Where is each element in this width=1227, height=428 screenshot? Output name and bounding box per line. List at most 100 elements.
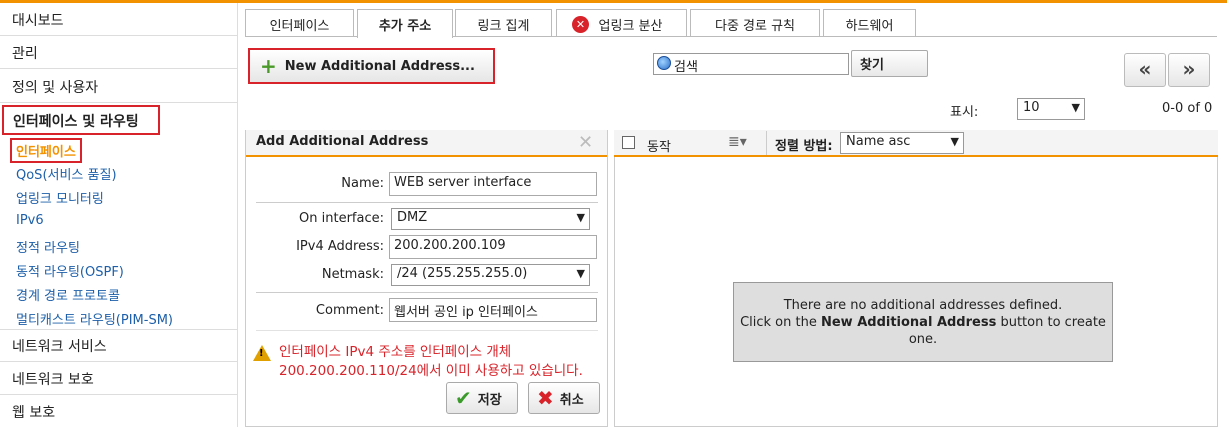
- address-list-panel: [614, 130, 1218, 427]
- button-label: 찾기: [860, 58, 884, 73]
- tab-interfaces[interactable]: 인터페이스: [245, 9, 354, 37]
- sidebar-subitem-label: 업링크 모니터링: [16, 192, 104, 207]
- sidebar-item-label: 인터페이스 및 라우팅: [13, 114, 139, 130]
- warning-line: 인터페이스 IPv4 주소를 인터페이스 개체: [279, 344, 512, 360]
- empty-line: one.: [908, 332, 938, 347]
- netmask-label: Netmask:: [321, 267, 384, 282]
- chevron-down-icon: ▼: [576, 211, 585, 224]
- sidebar-subitem-label: 인터페이스: [16, 145, 76, 160]
- tab-multipath-rules[interactable]: 다중 경로 규칙: [690, 9, 820, 37]
- display-label: 표시:: [950, 105, 979, 120]
- sidebar-item-management[interactable]: 관리: [0, 37, 237, 69]
- sidebar-subitem-interfaces[interactable]: 인터페이스: [10, 138, 82, 163]
- column-menu-icon[interactable]: ≣▾: [728, 134, 747, 150]
- prev-page-button[interactable]: «: [1124, 53, 1166, 87]
- sidebar-subitem-static-routing[interactable]: 정적 라우팅: [16, 237, 80, 256]
- tab-label: 업링크 분산: [598, 19, 663, 34]
- ipv4-field[interactable]: 200.200.200.109: [389, 235, 597, 259]
- select-value: 10: [1023, 100, 1040, 115]
- search-icon: [657, 56, 671, 70]
- sidebar-item-label: 웹 보호: [12, 405, 56, 421]
- sidebar-item-label: 관리: [12, 46, 38, 62]
- tab-label: 인터페이스: [269, 19, 330, 34]
- select-all-checkbox[interactable]: [622, 136, 635, 149]
- search-input[interactable]: 검색: [653, 53, 849, 75]
- tab-label: 추가 주소: [378, 19, 432, 34]
- sidebar-subitem-label: IPv6: [16, 213, 44, 228]
- chevron-down-icon: ▼: [576, 267, 585, 280]
- sidebar-item-definitions-users[interactable]: 정의 및 사용자: [0, 71, 237, 103]
- button-label: 취소: [559, 392, 584, 408]
- empty-state-message: There are no additional addresses define…: [733, 282, 1113, 362]
- warning-line: 200.200.200.110/24에서 이미 사용하고 있습니다.: [279, 363, 583, 379]
- chevron-down-icon: ▼: [950, 135, 959, 148]
- tab-uplink-balancing[interactable]: ✕ 업링크 분산: [556, 9, 687, 37]
- new-additional-address-button[interactable]: + New Additional Address...: [248, 48, 495, 84]
- divider: [256, 292, 598, 293]
- sidebar-item-interfaces-routing[interactable]: 인터페이스 및 라우팅: [2, 105, 160, 135]
- sidebar-subitem-label: 정적 라우팅: [16, 241, 80, 256]
- tab-additional-addresses[interactable]: 추가 주소: [357, 9, 453, 38]
- sidebar-item-label: 정의 및 사용자: [12, 80, 99, 96]
- sidebar-subitem-ospf[interactable]: 동적 라우팅(OSPF): [16, 261, 124, 280]
- save-button[interactable]: ✔ 저장: [446, 382, 518, 414]
- field-value: 웹서버 공인 ip 인터페이스: [394, 305, 538, 320]
- sidebar-item-label: 네트워크 서비스: [12, 339, 107, 355]
- text-bold: New Additional Address: [820, 315, 997, 330]
- panel-title-text: Add Additional Address: [256, 134, 429, 149]
- plus-icon: +: [260, 54, 277, 78]
- checkmark-icon: ✔: [455, 386, 472, 410]
- page-size-select[interactable]: 10 ▼: [1017, 98, 1085, 120]
- select-value: /24 (255.255.255.0): [397, 266, 528, 281]
- sidebar-subitem-qos[interactable]: QoS(서비스 품질): [16, 164, 117, 183]
- select-value: Name asc: [846, 134, 911, 149]
- comment-field[interactable]: 웹서버 공인 ip 인터페이스: [389, 298, 597, 322]
- sidebar: 대시보드 관리 정의 및 사용자 인터페이스 및 라우팅 인터페이스 QoS(서…: [0, 3, 238, 427]
- warning-message: 인터페이스 IPv4 주소를 인터페이스 개체 200.200.200.110/…: [279, 343, 614, 381]
- action-column-header: 동작: [647, 140, 671, 155]
- field-value: WEB server interface: [394, 175, 532, 190]
- sort-label: 정렬 방법:: [775, 139, 833, 154]
- tab-label: 다중 경로 규칙: [714, 19, 796, 34]
- text: button to create: [996, 315, 1106, 330]
- header-divider: [766, 131, 767, 155]
- name-label: Name:: [341, 176, 384, 191]
- find-button[interactable]: 찾기: [851, 50, 928, 77]
- sidebar-subitem-label: 멀티캐스트 라우팅(PIM-SM): [16, 313, 174, 328]
- empty-line: Click on the New Additional Address butt…: [734, 314, 1112, 331]
- sidebar-item-label: 대시보드: [12, 13, 64, 29]
- chevron-down-icon: ▼: [1071, 101, 1080, 114]
- sidebar-subitem-multicast[interactable]: 멀티캐스트 라우팅(PIM-SM): [16, 309, 173, 328]
- interface-select[interactable]: DMZ ▼: [391, 208, 590, 230]
- sidebar-subitem-label: 동적 라우팅(OSPF): [16, 265, 124, 280]
- ipv4-label: IPv4 Address:: [296, 239, 384, 254]
- sidebar-item-network-protection[interactable]: 네트워크 보호: [0, 363, 237, 395]
- interface-label: On interface:: [299, 211, 384, 226]
- tab-link-aggregation[interactable]: 링크 집계: [455, 9, 552, 37]
- sidebar-item-web-protection[interactable]: 웹 보호: [0, 396, 237, 428]
- result-count: 0-0 of 0: [1162, 101, 1213, 116]
- warning-icon: !: [253, 345, 271, 361]
- sidebar-item-network-services[interactable]: 네트워크 서비스: [0, 330, 237, 362]
- tab-hardware[interactable]: 하드웨어: [823, 9, 916, 37]
- sidebar-subitem-label: QoS(서비스 품질): [16, 168, 117, 183]
- sidebar-subitem-bgp[interactable]: 경계 경로 프로토콜: [16, 285, 120, 304]
- error-icon: ✕: [572, 16, 589, 33]
- sort-select[interactable]: Name asc ▼: [840, 132, 964, 154]
- sidebar-item-dashboard[interactable]: 대시보드: [0, 4, 237, 36]
- next-page-button[interactable]: »: [1168, 53, 1210, 87]
- netmask-select[interactable]: /24 (255.255.255.0) ▼: [391, 264, 590, 286]
- cancel-button[interactable]: ✖ 취소: [528, 382, 600, 414]
- comment-label: Comment:: [315, 303, 384, 318]
- sidebar-subitem-label: 경계 경로 프로토콜: [16, 289, 120, 304]
- chevron-double-left-icon: «: [1138, 57, 1152, 81]
- name-field[interactable]: WEB server interface: [389, 172, 597, 196]
- sidebar-subitem-uplink-monitoring[interactable]: 업링크 모니터링: [16, 188, 104, 207]
- close-icon[interactable]: ✕: [578, 132, 593, 153]
- empty-line: There are no additional addresses define…: [783, 298, 1063, 313]
- search-placeholder: 검색: [674, 60, 698, 75]
- chevron-double-right-icon: »: [1182, 57, 1196, 81]
- sidebar-subitem-ipv6[interactable]: IPv6: [16, 213, 44, 228]
- button-label: 저장: [477, 392, 502, 408]
- panel-title: Add Additional Address: [246, 130, 607, 157]
